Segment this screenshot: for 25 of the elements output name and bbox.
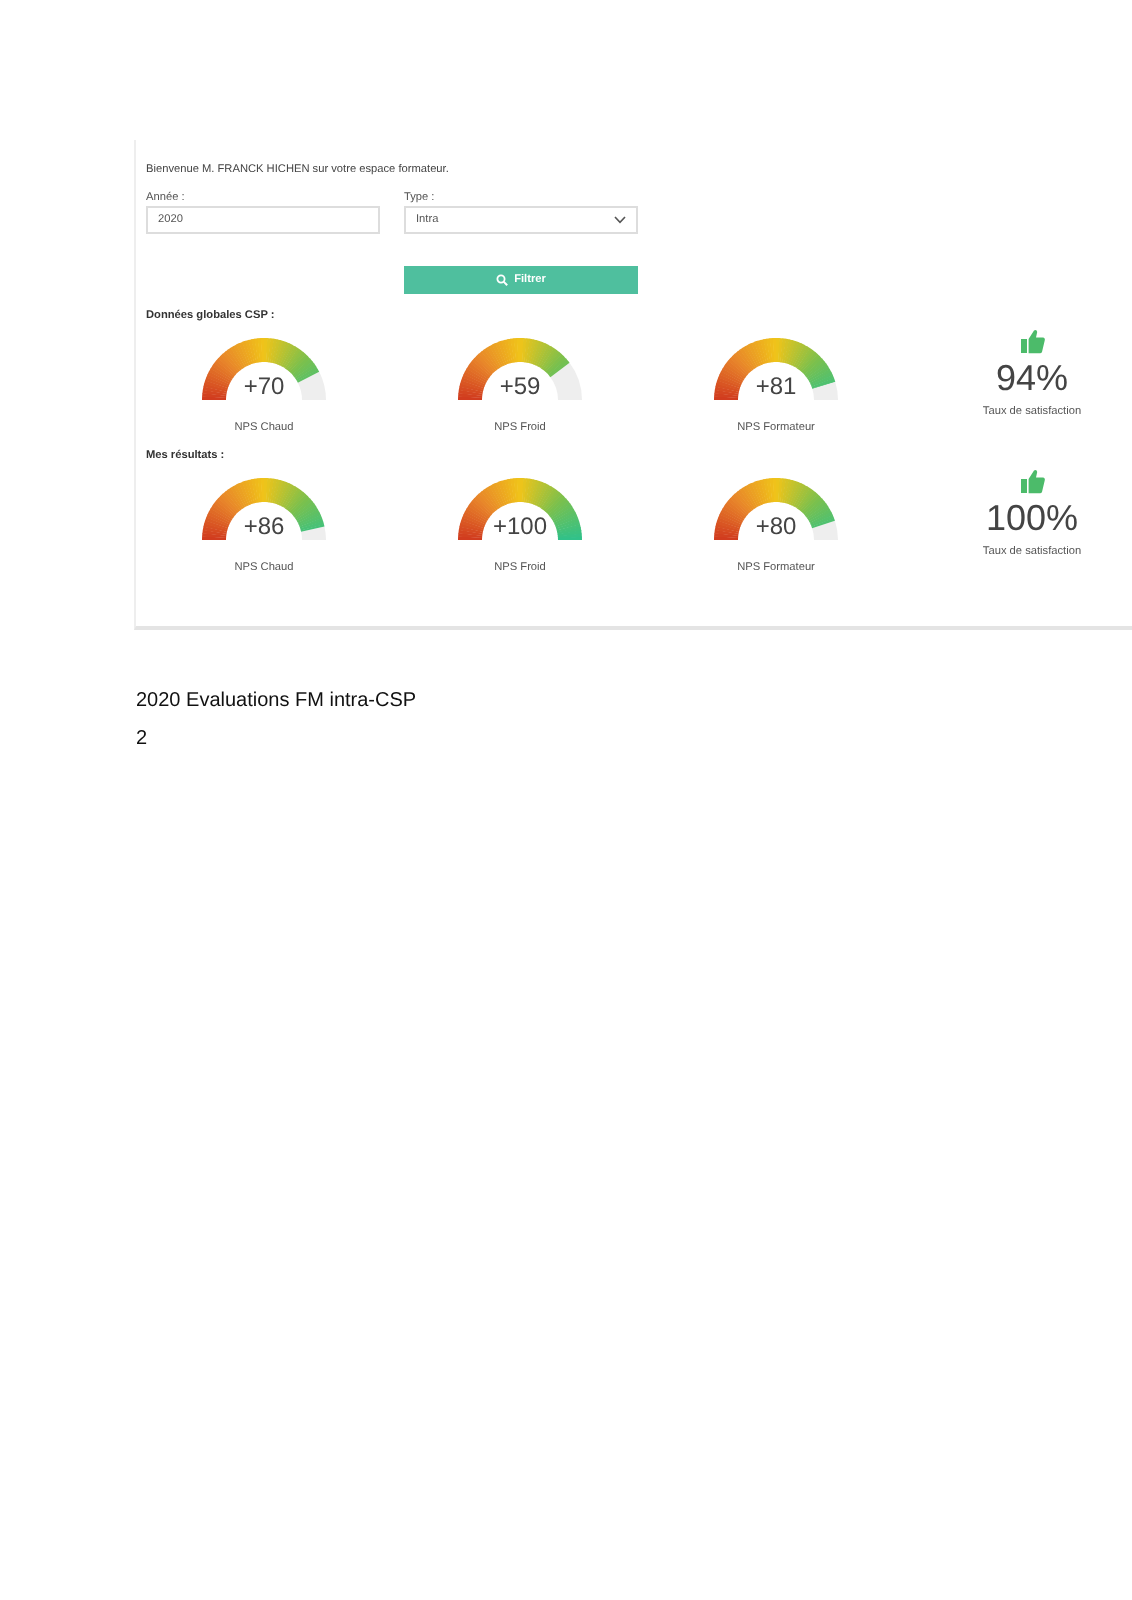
gauge-value: +81 [755, 372, 797, 400]
satisfaction-value: 100% [985, 498, 1079, 540]
gauge-fill [714, 478, 835, 540]
gauge-value: +100 [492, 512, 548, 540]
gauge-track [301, 526, 326, 540]
page-number: 2 [136, 728, 150, 750]
gauge-track [297, 371, 326, 400]
gauge-track [812, 381, 838, 400]
chevron-down-icon [614, 216, 626, 224]
gauge-value: +86 [243, 512, 285, 540]
gauge-fill [202, 338, 320, 400]
gauge-track [550, 362, 582, 400]
gauge-track [812, 520, 838, 540]
thumbs-up-icon [1019, 468, 1045, 494]
gauge-value: +59 [499, 372, 541, 400]
gauge-fill [458, 338, 570, 400]
caption-text: 2020 Evaluations FM intra-CSP [136, 690, 419, 712]
gauge-value: +80 [755, 512, 797, 540]
thumbs-up-icon [1019, 328, 1045, 354]
search-icon [496, 274, 509, 286]
gauge-fill [202, 478, 325, 540]
satisfaction-value: 94% [995, 358, 1069, 400]
gauge-fill [714, 338, 836, 400]
gauge-value: +70 [243, 372, 285, 400]
gauge-fill [458, 478, 582, 540]
